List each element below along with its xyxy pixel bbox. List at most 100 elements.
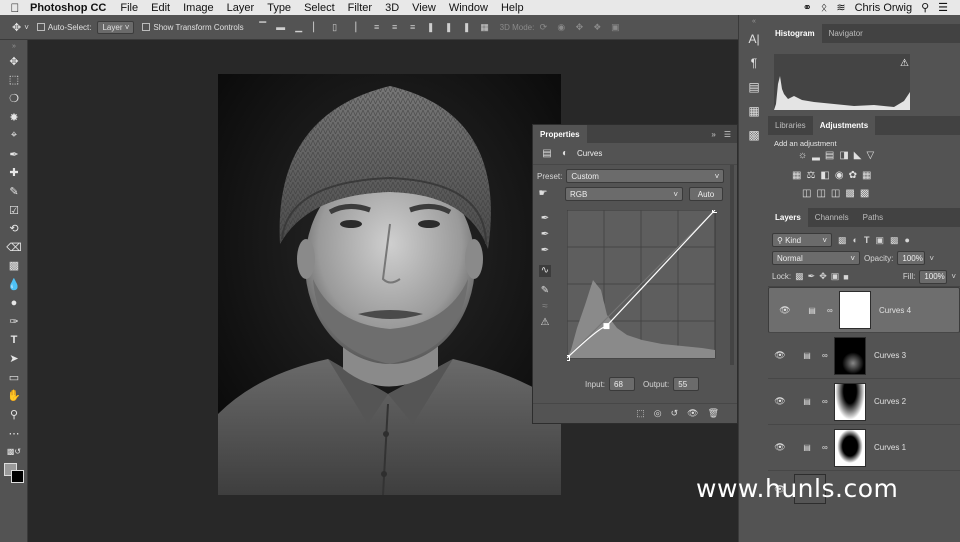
- type-tool-icon[interactable]: T: [0, 331, 28, 350]
- opacity-chevron-icon[interactable]: ˅: [929, 254, 934, 263]
- gradient-map-icon[interactable]: ◣: [854, 150, 862, 165]
- delete-icon[interactable]: 🗑: [708, 408, 719, 419]
- menu-filter[interactable]: Filter: [348, 2, 372, 14]
- character-panel-icon[interactable]: A|: [739, 27, 769, 51]
- levels-icon[interactable]: ▂: [812, 150, 820, 165]
- paragraph-panel-icon[interactable]: ¶: [739, 51, 769, 75]
- lock-pixels-icon[interactable]: ▩: [795, 271, 804, 282]
- brightness-contrast-icon[interactable]: ☼: [798, 150, 807, 165]
- quick-select-tool-icon[interactable]: ✸: [0, 108, 28, 127]
- gradient-map-icon[interactable]: ▩: [845, 188, 854, 199]
- more-tools-icon[interactable]: ⋯: [0, 424, 28, 443]
- tab-histogram[interactable]: Histogram: [768, 24, 822, 43]
- distribute-bottom-icon[interactable]: ≡: [408, 22, 418, 32]
- hue-saturation-icon[interactable]: ▦: [792, 170, 801, 181]
- link-icon[interactable]: ∞: [822, 397, 834, 406]
- stamp-tool-icon[interactable]: ☑: [0, 201, 28, 220]
- menu-image[interactable]: Image: [183, 2, 214, 14]
- auto-select-dropdown[interactable]: Layer ˅: [97, 20, 135, 34]
- wifi-icon[interactable]: ≋: [836, 1, 845, 14]
- menu-type[interactable]: Type: [267, 2, 291, 14]
- path-select-tool-icon[interactable]: ➤: [0, 350, 28, 369]
- fill-input[interactable]: 100%: [919, 269, 948, 284]
- move-tool-icon[interactable]: ✥: [12, 21, 21, 34]
- layer-row[interactable]: 👁 ▤ ∞ Curves 4: [768, 287, 960, 333]
- fill-chevron-icon[interactable]: ˅: [951, 272, 956, 281]
- lock-paint-icon[interactable]: ✒: [808, 271, 816, 282]
- black-point-eyedropper-icon[interactable]: ✒: [539, 213, 551, 225]
- filter-pixel-icon[interactable]: ▩: [838, 235, 847, 246]
- lasso-tool-icon[interactable]: ❍: [0, 89, 28, 108]
- tab-adjustments[interactable]: Adjustments: [812, 116, 876, 135]
- layer-mask-thumbnail[interactable]: [839, 291, 871, 329]
- channel-dropdown[interactable]: RGB ˅: [565, 187, 683, 201]
- link-icon[interactable]: ∞: [822, 351, 834, 360]
- input-field[interactable]: 68: [609, 377, 636, 391]
- invert-icon[interactable]: ◫: [802, 188, 811, 199]
- properties-panel-icon[interactable]: ▩: [739, 123, 769, 147]
- on-image-adjust-icon[interactable]: ☛: [537, 188, 549, 200]
- visibility-eye-icon[interactable]: 👁: [687, 408, 698, 419]
- move-tool-icon[interactable]: ✥: [0, 52, 28, 71]
- curves-icon[interactable]: ▤: [825, 150, 834, 165]
- scrollbar[interactable]: [730, 165, 734, 365]
- posterize-icon[interactable]: ◫: [816, 188, 825, 199]
- filter-smart-object-icon[interactable]: ▩: [890, 235, 899, 246]
- layer-name[interactable]: Curves 3: [874, 351, 906, 360]
- layer-row[interactable]: 👁 ▤ ∞ Curves 1: [768, 425, 960, 471]
- chevron-down-icon[interactable]: ˅: [24, 23, 29, 32]
- menu-edit[interactable]: Edit: [151, 2, 170, 14]
- tab-channels[interactable]: Channels: [808, 208, 856, 227]
- filter-type-icon[interactable]: T: [864, 235, 870, 245]
- apple-logo-icon[interactable]: : [0, 1, 30, 15]
- align-right-icon[interactable]: ▕: [348, 22, 358, 32]
- panel-menu-icon[interactable]: ☰: [724, 130, 731, 139]
- layer-mask-thumbnail[interactable]: [834, 428, 866, 467]
- eye-icon[interactable]: 👁: [768, 350, 792, 361]
- 3d-drag-icon[interactable]: ✥: [574, 22, 584, 32]
- shape-tool-icon[interactable]: ▭: [0, 368, 28, 387]
- white-point-eyedropper-icon[interactable]: ✒: [539, 245, 551, 257]
- lock-all-icon[interactable]: ■: [843, 272, 848, 282]
- tab-properties[interactable]: Properties: [533, 125, 587, 143]
- history-brush-icon[interactable]: ⟲: [0, 219, 28, 238]
- tab-layers[interactable]: Layers: [768, 208, 808, 227]
- layer-mask-thumbnail[interactable]: [834, 382, 866, 421]
- menu-view[interactable]: View: [412, 2, 436, 14]
- photo-filter-icon[interactable]: ◉: [835, 170, 844, 181]
- align-left-icon[interactable]: ▏: [312, 22, 322, 32]
- distribute-top-icon[interactable]: ≡: [372, 22, 382, 32]
- align-bottom-icon[interactable]: ▁: [294, 22, 304, 32]
- layer-row[interactable]: 👁 ▤ ∞ Curves 3: [768, 333, 960, 379]
- menu-3d[interactable]: 3D: [385, 2, 399, 14]
- align-hcenter-icon[interactable]: ▯: [330, 22, 340, 32]
- auto-button[interactable]: Auto: [689, 187, 723, 201]
- link-icon[interactable]: ∞: [822, 443, 834, 452]
- layer-name[interactable]: Curves 4: [879, 306, 911, 315]
- clip-to-layer-icon[interactable]: ⬚: [636, 408, 645, 419]
- layer-filter-dropdown[interactable]: ⚲ Kind ˅: [772, 233, 832, 247]
- opacity-input[interactable]: 100%: [897, 251, 926, 265]
- crop-tool-icon[interactable]: ⌖: [0, 126, 28, 145]
- curve-edit-points-icon[interactable]: ∿: [539, 265, 551, 277]
- eyedropper-tool-icon[interactable]: ✒: [0, 145, 28, 164]
- portrait-photo[interactable]: [218, 74, 561, 495]
- pencil-draw-icon[interactable]: ✎: [539, 285, 551, 297]
- distribute-vcenter-icon[interactable]: ≡: [390, 22, 400, 32]
- distribute-hcenter-icon[interactable]: ❚: [444, 22, 454, 32]
- eye-icon[interactable]: 👁: [768, 442, 792, 453]
- clipping-warning-icon[interactable]: ⚠: [539, 317, 551, 329]
- auto-select-checkbox[interactable]: [36, 23, 45, 31]
- history-panel-icon[interactable]: ▤: [739, 75, 769, 99]
- layer-mask-thumbnail[interactable]: [834, 336, 866, 375]
- link-icon[interactable]: ∞: [827, 306, 839, 315]
- filter-adjustment-icon[interactable]: ◐: [853, 235, 858, 245]
- healing-tool-icon[interactable]: ✚: [0, 164, 28, 183]
- vibrance-icon[interactable]: ▽: [866, 150, 874, 165]
- color-balance-icon[interactable]: ⚖: [806, 170, 815, 181]
- dodge-tool-icon[interactable]: ●: [0, 294, 28, 313]
- 3d-rotate-icon[interactable]: ⟳: [538, 22, 548, 32]
- filter-toggle-icon[interactable]: ●: [904, 235, 909, 245]
- layer-row[interactable]: 👁 ▤ ∞ Curves 2: [768, 379, 960, 425]
- background-color-swatch[interactable]: [11, 470, 24, 484]
